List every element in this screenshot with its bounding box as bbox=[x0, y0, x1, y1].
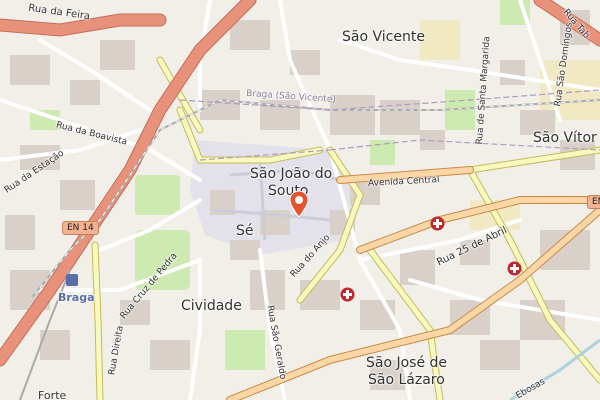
route-shield-en-right: EN bbox=[587, 195, 600, 209]
place-label-sao-joao-line1: São João do bbox=[250, 166, 333, 182]
place-label-sao-jose-line2: São Lázaro bbox=[368, 372, 445, 388]
place-label-se: Sé bbox=[236, 223, 254, 239]
train-station-icon[interactable] bbox=[66, 274, 78, 286]
place-label-sao-jose-line1: São José de bbox=[366, 355, 448, 371]
place-label-forte: Forte bbox=[38, 389, 67, 400]
place-label-cividade: Cividade bbox=[181, 298, 242, 314]
place-label-sao-vitor: São Vítor bbox=[533, 130, 597, 146]
place-label-sao-vicente: São Vicente bbox=[342, 29, 425, 45]
hospital-cross-icon[interactable] bbox=[340, 287, 355, 302]
station-label-braga: Braga bbox=[58, 291, 95, 304]
hospital-cross-icon[interactable] bbox=[430, 216, 445, 231]
map-canvas[interactable]: São Vicente São Vítor São João do Souto … bbox=[0, 0, 600, 400]
hospital-cross-icon[interactable] bbox=[507, 261, 522, 276]
map-pin-icon[interactable] bbox=[290, 191, 308, 217]
route-shield-en14: EN 14 bbox=[62, 221, 99, 235]
